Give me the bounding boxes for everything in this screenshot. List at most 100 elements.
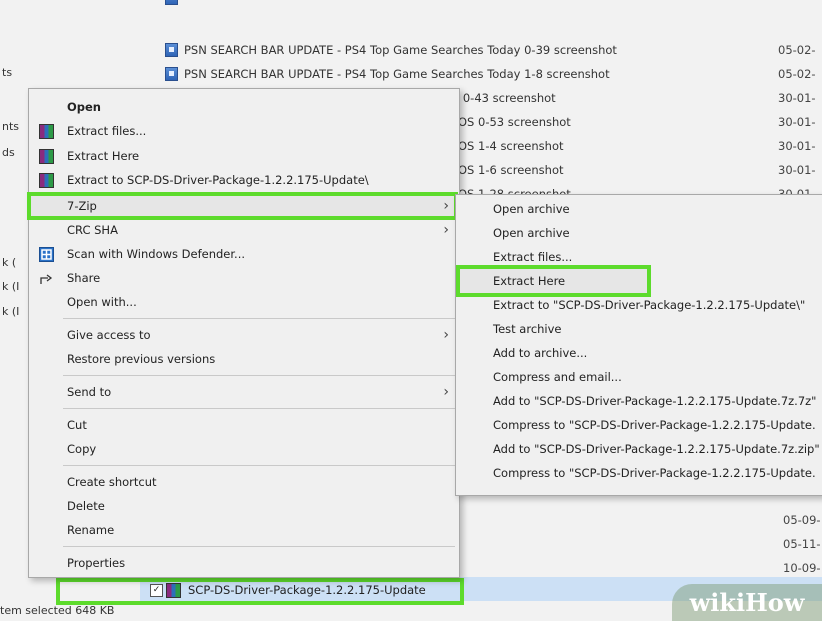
menu-item-crc-sha[interactable]: CRC SHA › [29,218,459,242]
menu-item-restore-versions[interactable]: Restore previous versions [29,347,459,371]
menu-item-label: Open [67,100,101,114]
submenu-item-label: Add to "SCP-DS-Driver-Package-1.2.2.175-… [493,442,820,456]
winrar-icon [37,171,55,189]
submenu-item-label: Add to archive... [493,346,588,360]
archive-file-icon [166,583,181,598]
file-date: 10-09- [783,561,821,575]
menu-item-label: Cut [67,418,87,432]
image-file-icon [165,67,178,81]
file-row[interactable]: OS 1-4 screenshot 30-01- [458,134,822,158]
wikihow-watermark-logo: wiki How [672,584,822,621]
menu-item-cut[interactable]: Cut [29,413,459,437]
file-row[interactable]: OS 0-53 screenshot 30-01- [458,110,822,134]
file-date: 30-01- [778,139,816,153]
submenu-item-label: Test archive [493,322,562,336]
windows-defender-icon [37,245,55,263]
menu-item-label: Give access to [67,328,151,342]
submenu-item-open-archive[interactable]: Open archive [456,197,822,221]
menu-separator [63,465,455,466]
submenu-item-add-to-archive[interactable]: Add to archive... [456,341,822,365]
menu-item-label: Open with... [67,295,137,309]
menu-item-label: Send to [67,385,112,399]
file-date: 05-11- [783,537,821,551]
submenu-item-extract-to[interactable]: Extract to "SCP-DS-Driver-Package-1.2.2.… [456,293,822,317]
menu-item-label: Extract to SCP-DS-Driver-Package-1.2.2.1… [67,173,369,187]
submenu-item-compress-to-7z[interactable]: Compress to "SCP-DS-Driver-Package-1.2.2… [456,413,822,437]
menu-item-copy[interactable]: Copy [29,437,459,461]
nav-item[interactable]: ts [2,66,28,79]
menu-item-open[interactable]: Open [29,95,459,119]
file-name: PSN SEARCH BAR UPDATE - PS4 Top Game Sea… [184,67,610,81]
menu-item-open-with[interactable]: Open with... [29,290,459,314]
submenu-item-add-to-7z[interactable]: Add to "SCP-DS-Driver-Package-1.2.2.175-… [456,389,822,413]
context-menu: Open Extract files... Extract Here Extra… [27,88,460,578]
nav-item[interactable]: k (I [2,305,28,318]
menu-item-send-to[interactable]: Send to › [29,380,459,404]
menu-item-label: 7-Zip [67,199,97,213]
file-row[interactable]: PSN SEARCH BAR UPDATE - PS4 Top Game Sea… [165,38,822,62]
submenu-item-label: Compress to "SCP-DS-Driver-Package-1.2.2… [493,418,816,432]
file-explorer-window: ts nts ds k ( k (I k (I PSN SEARCH BAR U… [0,0,822,621]
chevron-right-icon: › [443,327,449,343]
menu-item-label: Copy [67,442,97,456]
navigation-pane: ts nts ds k ( k (I k (I [0,0,28,621]
menu-item-label: Create shortcut [67,475,157,489]
menu-item-extract-to[interactable]: Extract to SCP-DS-Driver-Package-1.2.2.1… [29,168,459,192]
file-date: 05-02- [778,67,816,81]
menu-item-label: CRC SHA [67,223,118,237]
menu-item-label: Scan with Windows Defender... [67,247,246,261]
menu-item-label: Restore previous versions [67,352,216,366]
selected-file-name: SCP-DS-Driver-Package-1.2.2.175-Update [188,583,426,597]
7zip-submenu: Open archive Open archive Extract files.… [455,194,822,496]
nav-item[interactable]: nts [2,120,28,133]
submenu-item-compress-to-zip[interactable]: Compress to "SCP-DS-Driver-Package-1.2.2… [456,461,822,485]
file-date: 05-02- [778,43,816,57]
menu-item-create-shortcut[interactable]: Create shortcut [29,470,459,494]
submenu-item-label: Open archive [493,202,570,216]
file-row[interactable] [165,0,822,10]
menu-item-share[interactable]: Share [29,266,459,290]
menu-item-label: Properties [67,556,126,570]
submenu-item-label: Compress to "SCP-DS-Driver-Package-1.2.2… [493,466,816,480]
menu-item-rename[interactable]: Rename [29,518,459,542]
submenu-item-add-to-zip[interactable]: Add to "SCP-DS-Driver-Package-1.2.2.175-… [456,437,822,461]
menu-item-label: Extract Here [67,149,140,163]
submenu-item-label: Compress and email... [493,370,622,384]
file-row[interactable]: OS 1-6 screenshot 30-01- [458,158,822,182]
file-row[interactable]: PSN SEARCH BAR UPDATE - PS4 Top Game Sea… [165,62,822,86]
submenu-item-compress-email[interactable]: Compress and email... [456,365,822,389]
chevron-right-icon: › [443,384,449,400]
submenu-item-extract-here[interactable]: Extract Here [456,269,822,293]
nav-item[interactable]: k ( [2,256,28,269]
menu-item-extract-files[interactable]: Extract files... [29,119,459,143]
submenu-item-open-archive-2[interactable]: Open archive [456,221,822,245]
menu-item-give-access[interactable]: Give access to › [29,323,459,347]
menu-item-7zip[interactable]: 7-Zip › [29,194,459,218]
winrar-icon [37,147,55,165]
menu-item-scan-defender[interactable]: Scan with Windows Defender... [29,242,459,266]
file-name: PSN SEARCH BAR UPDATE - PS4 Top Game Sea… [184,43,617,57]
submenu-item-label: Add to "SCP-DS-Driver-Package-1.2.2.175-… [493,394,817,408]
menu-item-delete[interactable]: Delete [29,494,459,518]
submenu-item-label: Extract to "SCP-DS-Driver-Package-1.2.2.… [493,298,806,312]
winrar-icon [37,122,55,140]
file-date: 30-01- [778,91,816,105]
menu-separator [63,408,455,409]
menu-item-label: Rename [67,523,115,537]
menu-separator [63,318,455,319]
menu-item-label: Delete [67,499,105,513]
nav-item[interactable]: k (I [2,280,28,293]
menu-separator [63,546,455,547]
nav-item[interactable]: ds [2,146,28,159]
menu-item-properties[interactable]: Properties [29,551,459,575]
submenu-item-label: Extract Here [493,274,566,288]
file-date: 30-01- [778,115,816,129]
checkbox-icon[interactable]: ✓ [150,584,163,597]
status-bar-text: tem selected 648 KB [0,604,115,617]
file-name: OS 1-4 screenshot [458,139,564,153]
menu-separator [63,375,455,376]
submenu-item-test-archive[interactable]: Test archive [456,317,822,341]
menu-item-extract-here[interactable]: Extract Here [29,144,459,168]
menu-item-label: Extract files... [67,124,147,138]
file-date: 05-09- [783,513,821,527]
